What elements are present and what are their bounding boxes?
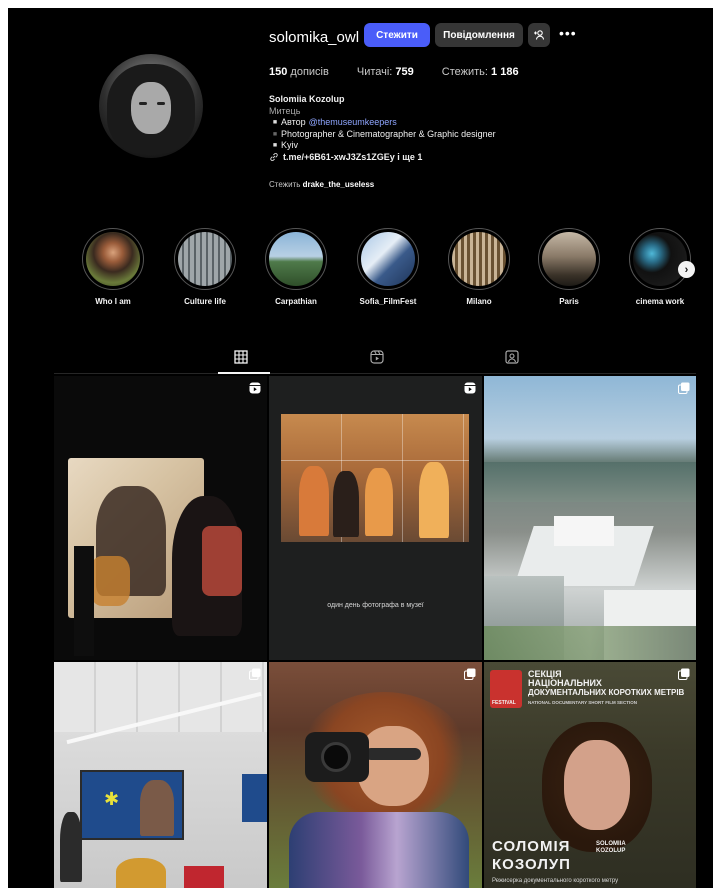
followed-by[interactable]: Стежить drake_the_useless [269, 180, 374, 189]
reel-badge-icon [464, 382, 476, 394]
profile-full-name: Solomiia Kozolup [269, 94, 345, 104]
profile-stats: 150 дописів Читачі: 759 Стежить: 1 186 [269, 66, 519, 78]
tab-tagged[interactable] [505, 350, 521, 366]
highlight-paris[interactable]: Paris [538, 228, 600, 306]
posts-stat: 150 дописів [269, 66, 329, 78]
suggest-users-button[interactable] [528, 23, 550, 47]
post-tile[interactable]: ✱ [54, 662, 267, 888]
following-stat[interactable]: Стежить: 1 186 [442, 66, 519, 78]
link-icon [270, 153, 278, 162]
bio-line-author: ■ Автор @themuseumkeepers [272, 117, 397, 129]
profile-page: solomika_owl Стежити Повідомлення ••• 15… [8, 8, 713, 888]
post-tile[interactable]: FESTIVAL СЕКЦІЯ НАЦІОНАЛЬНИХ ДОКУМЕНТАЛЬ… [484, 662, 696, 888]
bio-external-link[interactable]: t.me/+6B61-xwJ3Zs1ZGEy і ще 1 [269, 152, 496, 164]
tab-reels[interactable] [370, 350, 386, 366]
carousel-badge-icon [249, 668, 261, 680]
bio-line-roles: ■ Photographer & Cinematographer & Graphi… [272, 128, 496, 139]
profile-avatar[interactable] [99, 54, 203, 158]
post-tile[interactable] [54, 376, 267, 660]
post-tile[interactable] [269, 662, 482, 888]
bio-line-city: ■ Kyiv [272, 140, 299, 150]
carousel-badge-icon [678, 382, 690, 394]
highlight-sofia-filmfest[interactable]: Sofia_FilmFest [357, 228, 419, 306]
followers-stat[interactable]: Читачі: 759 [357, 66, 414, 78]
highlights-next-button[interactable]: › [678, 261, 695, 278]
follow-button[interactable]: Стежити [364, 23, 430, 47]
tagged-icon [505, 350, 519, 364]
more-options-icon[interactable]: ••• [559, 25, 577, 41]
reels-icon [370, 350, 384, 364]
highlight-culture-life[interactable]: Culture life [174, 228, 236, 306]
profile-username: solomika_owl [269, 29, 360, 46]
profile-bio: Solomiia Kozolup Митець ■ Автор @themuseum… [269, 94, 496, 163]
carousel-badge-icon [678, 668, 690, 680]
reel-badge-icon [249, 382, 261, 394]
mention-link[interactable]: @themuseumkeepers [309, 117, 397, 129]
grid-icon [234, 350, 248, 364]
tab-posts[interactable] [234, 350, 250, 366]
highlight-milano[interactable]: Milano [448, 228, 510, 306]
add-user-icon [534, 30, 545, 40]
post-tile[interactable] [484, 376, 696, 660]
highlight-who-i-am[interactable]: Who I am [82, 228, 144, 306]
post-caption: один день фотографа в музеї [327, 602, 424, 609]
highlight-carpathian[interactable]: Carpathian [265, 228, 327, 306]
carousel-badge-icon [464, 668, 476, 680]
tabs-divider [54, 373, 696, 374]
profile-category: Митець [269, 105, 301, 116]
active-tab-indicator [218, 372, 270, 374]
post-tile[interactable]: один день фотографа в музеї [269, 376, 482, 660]
message-button[interactable]: Повідомлення [435, 23, 523, 47]
